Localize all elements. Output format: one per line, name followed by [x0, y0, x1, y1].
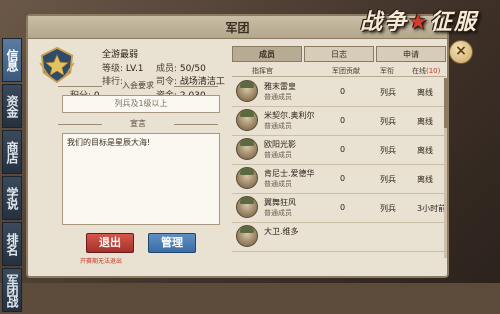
member-online: 离线	[417, 88, 433, 97]
star-badge-icon	[39, 46, 75, 84]
member-rank: 列兵	[380, 88, 396, 97]
member-online: 离线	[417, 117, 433, 126]
member-name: 翼舞狂风	[264, 198, 296, 207]
member-role: 普通成员	[264, 209, 292, 217]
avatar	[236, 80, 258, 102]
side-tab-info[interactable]: 信息	[2, 38, 22, 82]
logo-text-right: 征服	[429, 10, 478, 35]
list-item[interactable]: 翼舞狂风 普通成员 0 列兵 3小时前	[232, 194, 446, 223]
game-logo: 战争★征服	[344, 4, 494, 36]
header-online-label: 在线	[412, 67, 426, 75]
member-tabs: 成员 日志 申请	[232, 46, 446, 62]
side-tab-legion-war[interactable]: 军团战	[2, 268, 22, 312]
tab-applications[interactable]: 申请	[376, 46, 446, 62]
member-name: 雅末雷皇	[264, 82, 296, 91]
member-role: 普通成员	[264, 180, 292, 188]
level-label: 等级:	[102, 64, 124, 74]
legion-name: 全游最弱	[102, 50, 139, 60]
member-online: 离线	[417, 146, 433, 155]
members-value: 50/50	[179, 64, 206, 74]
member-online: 3小时前	[417, 204, 446, 213]
logo-text-left: 战争	[360, 10, 409, 35]
exit-button[interactable]: 退出	[86, 233, 134, 253]
member-list[interactable]: 雅末雷皇 普通成员 0 列兵 离线 米契尔.奥利尔 普通成员 0 列兵 离线 欧…	[232, 78, 446, 258]
declaration-label: 宣言	[58, 118, 218, 130]
header-commander: 指挥官	[252, 67, 273, 75]
tab-members[interactable]: 成员	[232, 46, 302, 62]
close-button[interactable]: ×	[449, 40, 473, 64]
tab-log[interactable]: 日志	[304, 46, 374, 62]
member-name: 肯尼士.爱德华	[264, 169, 315, 178]
header-contribution: 军团贡献	[332, 67, 360, 75]
side-tab-doctrine[interactable]: 学说	[2, 176, 22, 220]
member-table-header: 指挥官 军团贡献 军衔 在线(10)	[232, 64, 446, 77]
legion-panel: 军团 全游最弱 等级: LV.1 成员: 50/50 排行: 司令: 战场清洁工…	[26, 14, 449, 278]
member-contribution: 0	[340, 174, 346, 183]
header-rank: 军衔	[380, 67, 394, 75]
list-item[interactable]: 米契尔.奥利尔 普通成员 0 列兵 离线	[232, 107, 446, 136]
member-name: 大卫.维多	[264, 227, 299, 236]
member-role: 普通成员	[264, 93, 292, 101]
side-tab-bar: 信息 资金 商店 学说 排名 军团战	[2, 38, 22, 314]
join-requirement-label: 入会要求	[58, 80, 218, 92]
join-requirement-value: 列兵及1级以上	[62, 95, 220, 113]
declaration-text: 我们的目标是星辰大海!	[62, 133, 220, 225]
side-tab-ranking[interactable]: 排名	[2, 222, 22, 266]
members-label: 成员:	[156, 64, 178, 74]
side-tab-funds[interactable]: 资金	[2, 84, 22, 128]
side-tab-shop[interactable]: 商店	[2, 130, 22, 174]
avatar	[236, 225, 258, 247]
list-item[interactable]: 雅末雷皇 普通成员 0 列兵 离线	[232, 78, 446, 107]
scrollbar-thumb[interactable]	[444, 78, 447, 128]
member-name: 米契尔.奥利尔	[264, 111, 315, 120]
close-icon: ×	[455, 43, 467, 59]
members-row: 成员: 50/50	[156, 61, 206, 74]
avatar	[236, 109, 258, 131]
avatar	[236, 196, 258, 218]
member-contribution: 0	[340, 203, 346, 212]
member-rank: 列兵	[380, 146, 396, 155]
member-contribution: 0	[340, 87, 346, 96]
member-name: 欧阳光影	[264, 140, 296, 149]
avatar	[236, 138, 258, 160]
logo-star-icon: ★	[408, 10, 430, 35]
member-role: 普通成员	[264, 151, 292, 159]
member-role: 普通成员	[264, 122, 292, 130]
member-contribution: 0	[340, 116, 346, 125]
member-rank: 列兵	[380, 117, 396, 126]
member-online: 离线	[417, 175, 433, 184]
member-rank: 列兵	[380, 204, 396, 213]
list-item[interactable]: 大卫.维多	[232, 223, 446, 252]
level-value: LV.1	[125, 64, 144, 74]
header-online-count: (10)	[426, 67, 441, 75]
exit-note: 开赛期无法退出	[80, 258, 123, 265]
header-online: 在线(10)	[412, 66, 440, 76]
manage-button[interactable]: 管理	[148, 233, 196, 253]
member-rank: 列兵	[380, 175, 396, 184]
member-list-scrollbar[interactable]	[444, 78, 447, 258]
list-item[interactable]: 欧阳光影 普通成员 0 列兵 离线	[232, 136, 446, 165]
avatar	[236, 167, 258, 189]
level-row: 等级: LV.1	[102, 61, 144, 74]
member-contribution: 0	[340, 145, 346, 154]
list-item[interactable]: 肯尼士.爱德华 普通成员 0 列兵 离线	[232, 165, 446, 194]
